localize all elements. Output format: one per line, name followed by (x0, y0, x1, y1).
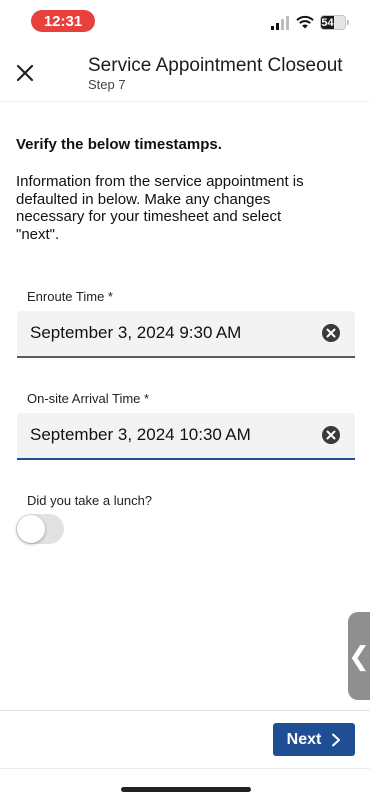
status-time: 12:31 (31, 10, 95, 32)
clear-circle-icon (322, 324, 340, 342)
wifi-icon (296, 15, 314, 29)
battery-level: 54 (321, 16, 334, 29)
enroute-time-value: September 3, 2024 9:30 AM (30, 323, 242, 342)
toggle-knob (17, 515, 45, 543)
battery-icon: 54 (320, 15, 346, 30)
intro-text: Information from the service appointment… (16, 173, 304, 243)
step-indicator: Step 7 (88, 77, 126, 92)
side-drawer-handle[interactable]: ❮ (348, 612, 370, 700)
screen: 12:31 54 Service Appointment Closeout St… (0, 0, 370, 800)
next-button-label: Next (286, 730, 322, 748)
arrival-time-label: On-site Arrival Time * (27, 391, 150, 406)
enroute-time-field[interactable]: September 3, 2024 9:30 AM (17, 311, 355, 358)
battery-cap (347, 20, 349, 25)
arrival-time-value: September 3, 2024 10:30 AM (30, 425, 251, 444)
footer-divider-bottom (0, 768, 370, 769)
chevron-left-icon: ❮ (348, 641, 370, 671)
close-icon (16, 64, 34, 82)
arrival-time-field[interactable]: September 3, 2024 10:30 AM (17, 413, 355, 460)
page-title: Service Appointment Closeout (88, 55, 343, 76)
next-button[interactable]: Next (273, 723, 355, 756)
arrival-time-clear-button[interactable] (321, 425, 341, 445)
enroute-time-clear-button[interactable] (321, 323, 341, 343)
home-indicator (121, 787, 251, 792)
close-button[interactable] (12, 60, 38, 86)
lunch-toggle[interactable] (16, 514, 64, 544)
footer-divider (0, 710, 370, 711)
section-heading: Verify the below timestamps. (16, 136, 222, 153)
clear-circle-icon (322, 426, 340, 444)
lunch-label: Did you take a lunch? (27, 493, 153, 508)
status-bar: 12:31 54 (0, 0, 370, 44)
enroute-time-label: Enroute Time * (27, 289, 113, 304)
header: Service Appointment Closeout Step 7 (0, 44, 370, 102)
signal-icon (271, 16, 289, 30)
chevron-right-icon (332, 733, 341, 746)
